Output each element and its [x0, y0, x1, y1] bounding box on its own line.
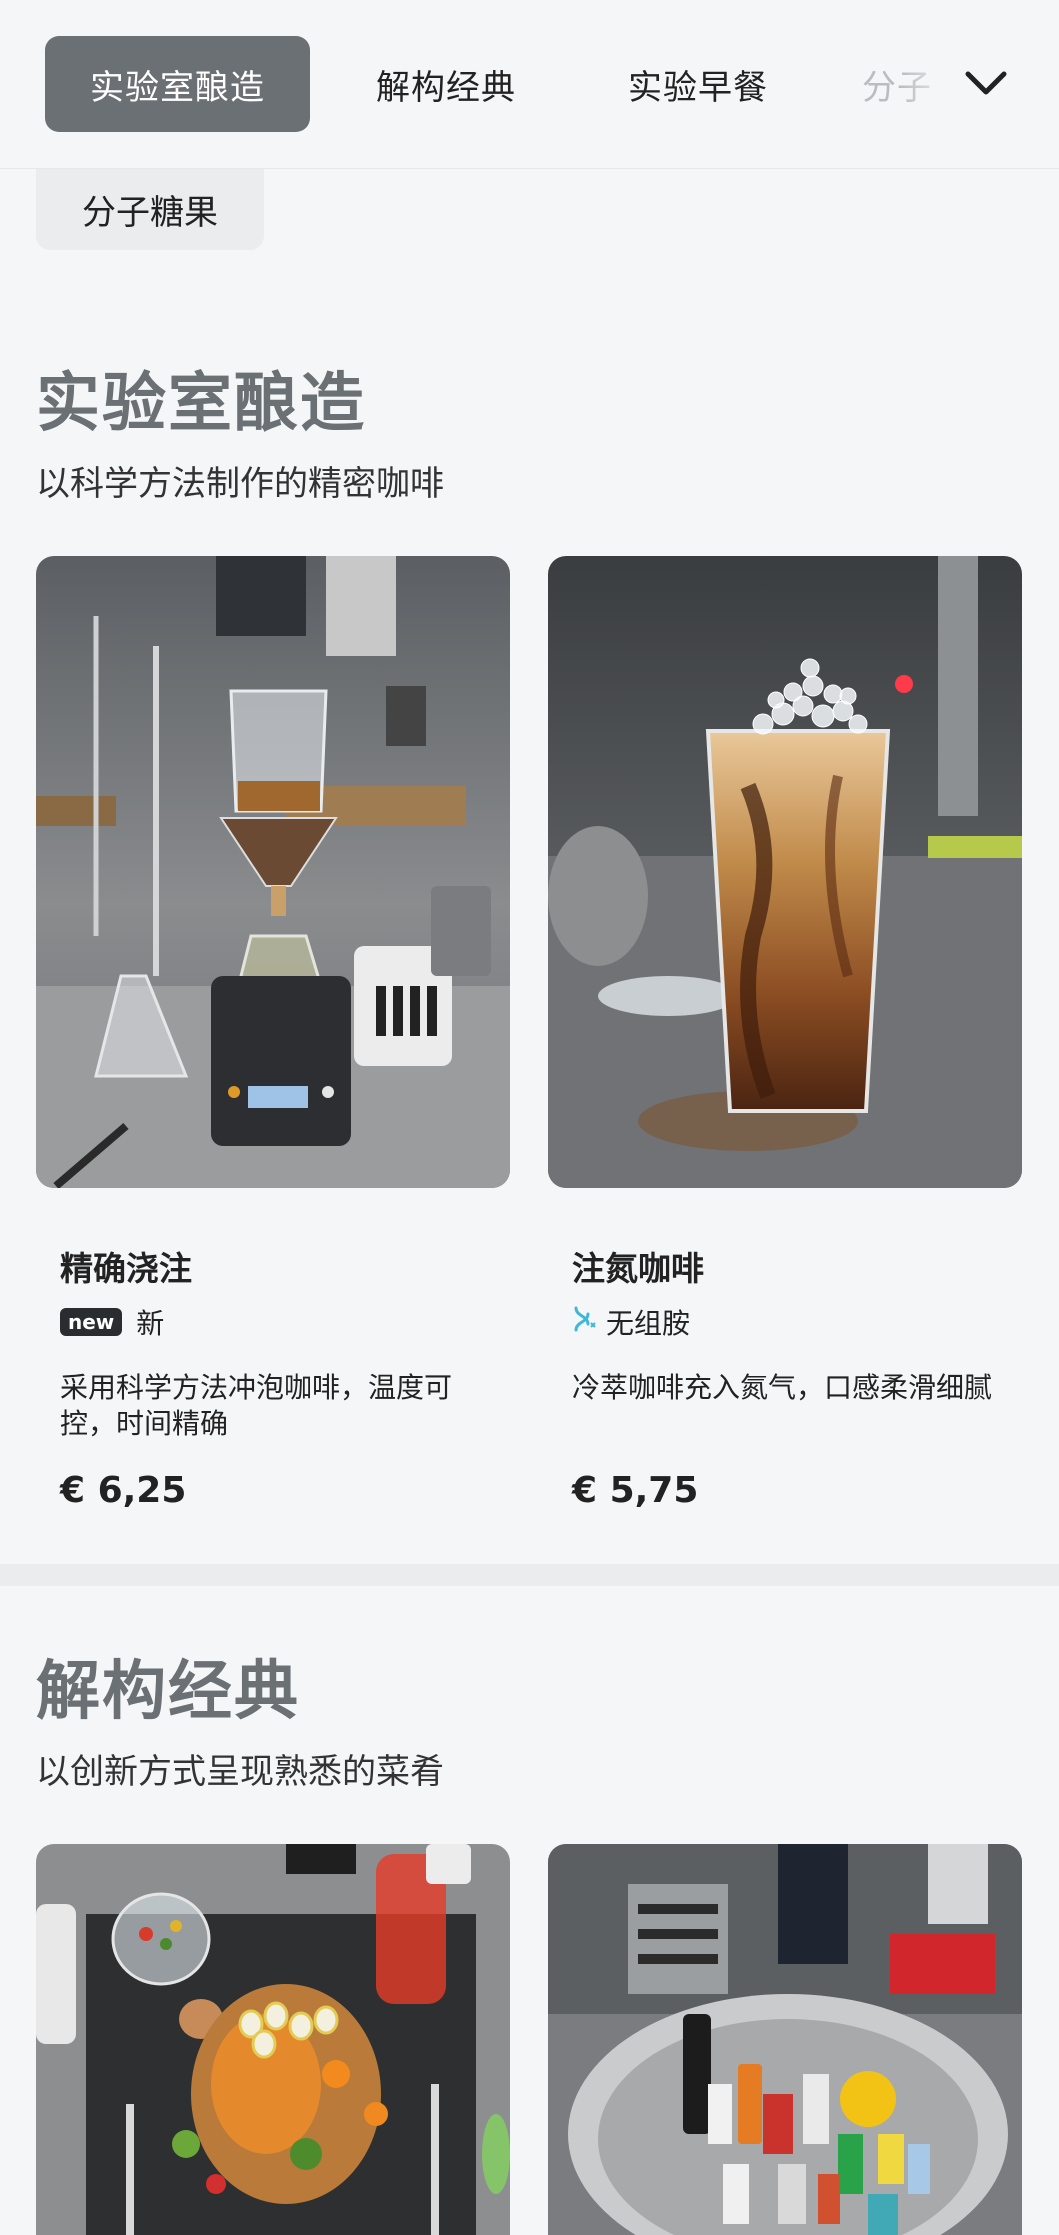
dna-icon: [572, 1306, 596, 1339]
tab-lab-breakfast[interactable]: 实验早餐: [600, 36, 796, 132]
product-name[interactable]: 精确浇注: [60, 1242, 192, 1290]
chevron-down-icon[interactable]: [958, 62, 1014, 104]
product-image-nitro-coffee[interactable]: [548, 556, 1022, 1188]
tab-lab-brew[interactable]: 实验室酿造: [45, 36, 310, 132]
section-divider: [0, 1564, 1059, 1586]
product-tag: new 新: [60, 1302, 164, 1342]
product-image-deconstructed-dish[interactable]: [36, 1844, 510, 2235]
product-description: 冷萃咖啡充入氮气，口感柔滑细腻: [572, 1371, 993, 1404]
product-description: 采用科学方法冲泡咖啡，温度可控，时间精确: [60, 1371, 453, 1440]
tab-list: 实验室酿造 解构经典 实验早餐 分子: [0, 0, 1059, 168]
product-image-lab-ingredients[interactable]: [548, 1844, 1022, 2235]
product-name[interactable]: 注氮咖啡: [572, 1242, 704, 1290]
new-badge: new: [60, 1308, 123, 1336]
product-tag-label: 新: [136, 1307, 165, 1340]
product-price: € 6,25: [60, 1470, 187, 1511]
section-title: 实验室酿造: [36, 367, 366, 441]
category-tab-bar: 实验室酿造 解构经典 实验早餐 分子: [0, 0, 1059, 169]
section-title: 解构经典: [36, 1655, 300, 1729]
tab-deconstructed-classics[interactable]: 解构经典: [348, 36, 544, 132]
product-tag: 无组胺: [572, 1302, 690, 1342]
product-image-precision-pour[interactable]: [36, 556, 510, 1188]
section-subtitle: 以创新方式呈现熟悉的菜肴: [36, 1752, 444, 1792]
product-price: € 5,75: [572, 1470, 699, 1511]
product-tag-label: 无组胺: [606, 1307, 691, 1340]
tab-fade-mask: [900, 36, 960, 132]
section-subtitle: 以科学方法制作的精密咖啡: [36, 464, 444, 504]
tab-molecular-candy[interactable]: 分子糖果: [36, 168, 264, 250]
